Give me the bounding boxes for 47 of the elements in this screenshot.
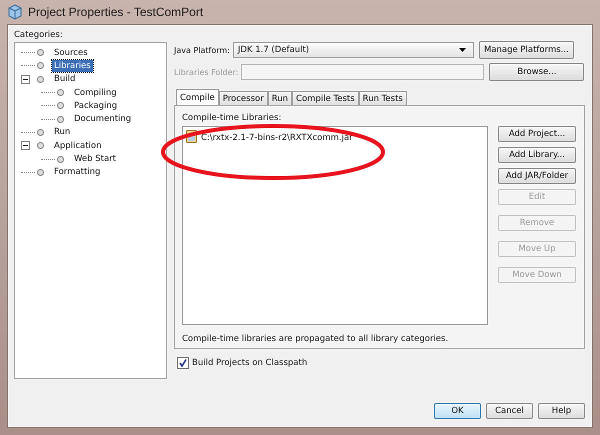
tree-item[interactable]: Formatting [52,166,102,178]
tab[interactable]: Processor [218,91,268,105]
manage-platforms-button[interactable]: Manage Platforms... [478,41,574,59]
node-icon [37,62,44,70]
node-icon [37,142,44,150]
checkbox-label: Build Projects on Classpath [192,358,308,368]
dialog-button[interactable]: Help [538,403,585,419]
node-icon [57,102,64,110]
checkbox[interactable] [177,357,189,369]
window-title: Project Properties - TestComPort [28,5,204,19]
action-button[interactable]: Add Project... [498,126,576,142]
action-button[interactable]: Add Library... [498,147,576,163]
action-button[interactable]: Add JAR/Folder [498,168,576,184]
tree-item[interactable]: Documenting [72,113,134,126]
node-icon [37,76,44,83]
node-icon [37,128,44,136]
expand-toggle-icon[interactable] [21,74,30,84]
tree-item[interactable]: Web Start [72,153,118,166]
library-item[interactable]: C:\rxtx-2.1-7-bins-r2\RXTXcomm.jar [201,133,353,143]
dialog-button[interactable]: Cancel [486,403,533,419]
tab[interactable]: Run [268,91,292,105]
node-icon [57,89,64,96]
tree-item[interactable]: Sources [52,46,90,59]
tree-item[interactable]: Build [52,73,78,86]
libraries-folder-label: Libraries Folder: [174,68,238,76]
tree-item[interactable]: Compiling [72,86,119,99]
tree-item[interactable]: Packaging [72,100,120,112]
note-text: Compile-time libraries are propagated to all library categories. [182,334,450,344]
tree-item[interactable]: Libraries [52,60,93,72]
tree-item[interactable]: Run [52,126,72,138]
tab[interactable]: Compile [176,89,219,105]
categories-label: Categories: [14,30,64,40]
java-platform-label: Java Platform: [174,46,230,54]
node-icon [57,116,64,123]
node-icon [37,168,44,176]
node-icon [57,156,64,163]
caret-icon [458,48,466,52]
library-list[interactable]: C:\rxtx-2.1-7-bins-r2\RXTXcomm.jar [182,126,488,325]
java-platform-dropdown[interactable]: JDK 1.7 (Default) [232,42,474,58]
tab[interactable]: Run Tests [358,91,407,105]
node-icon [37,49,44,56]
expand-toggle-icon[interactable] [21,141,30,150]
dialog-button[interactable]: OK [434,403,481,419]
tree-item[interactable]: Application [52,140,104,152]
cube-icon [8,4,22,20]
tab[interactable]: Compile Tests [292,91,359,105]
compile-libraries-label: Compile-time Libraries: [182,113,282,123]
